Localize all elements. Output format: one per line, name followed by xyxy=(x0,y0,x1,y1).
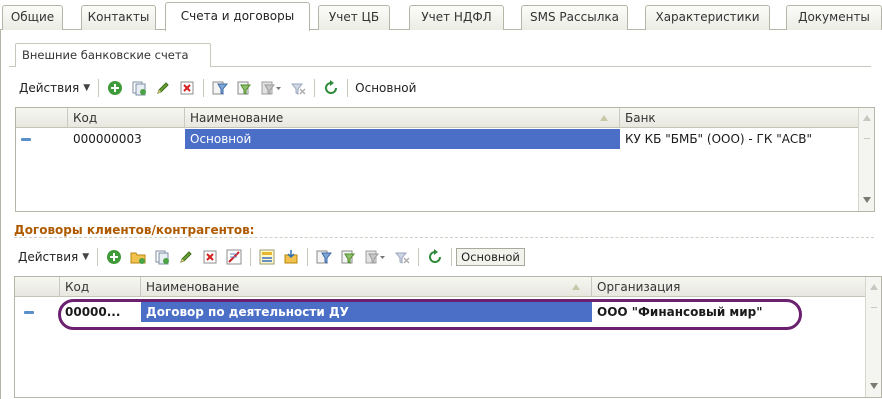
column-header-name-label: Наименование xyxy=(146,280,240,294)
subtab-label: Внешние банковские счета xyxy=(22,48,189,62)
tab-accounts-contracts-label: Счета и договоры xyxy=(180,9,295,23)
table-row[interactable]: 00000... Договор по деятельности ДУ ООО … xyxy=(15,302,881,322)
cell-name[interactable]: Договор по деятельности ДУ xyxy=(141,302,592,322)
move-to-folder-icon[interactable] xyxy=(282,248,300,266)
column-header-code[interactable]: Код xyxy=(68,108,185,128)
main-account-button[interactable]: Основной xyxy=(352,81,419,95)
tab-general[interactable]: Общие xyxy=(2,5,63,30)
section-divider xyxy=(14,237,874,238)
toolbar-separator xyxy=(307,248,309,266)
filter-icon[interactable] xyxy=(315,248,333,266)
add-folder-icon[interactable] xyxy=(129,248,147,266)
scroll-down-icon[interactable] xyxy=(863,197,871,203)
table-header: Код Наименование Банк xyxy=(16,108,874,128)
row-marker-header xyxy=(15,277,60,297)
toolbar-separator xyxy=(314,79,316,97)
copy-icon[interactable] xyxy=(130,79,148,97)
column-header-code[interactable]: Код xyxy=(60,277,141,297)
tab-characteristics-label: Характеристики xyxy=(655,10,760,24)
scroll-up-icon[interactable] xyxy=(863,115,871,121)
toolbar-separator xyxy=(250,248,252,266)
tab-sms[interactable]: SMS Рассылка xyxy=(521,5,628,30)
toolbar-separator xyxy=(347,79,349,97)
clear-filter-icon[interactable] xyxy=(393,248,411,266)
scroll-up-icon[interactable] xyxy=(870,284,878,290)
toolbar-separator xyxy=(98,79,100,97)
contracts-toolbar: Действия ▼ Основной xyxy=(14,246,525,268)
tab-contacts-label: Контакты xyxy=(87,10,150,24)
chevron-down-icon: ▼ xyxy=(82,252,90,262)
cell-name[interactable]: Основной xyxy=(185,129,620,149)
refresh-icon[interactable] xyxy=(322,79,340,97)
main-contract-button[interactable]: Основной xyxy=(456,248,525,266)
edit-icon[interactable] xyxy=(154,79,172,97)
copy-icon[interactable] xyxy=(153,248,171,266)
scroll-track xyxy=(871,305,877,308)
contracts-actions-menu-button[interactable]: Действия ▼ xyxy=(14,247,93,267)
refresh-icon[interactable] xyxy=(426,248,444,266)
mark-delete-icon[interactable] xyxy=(225,248,243,266)
main-tab-strip: Общие Контакты Счета и договоры Учет ЦБ … xyxy=(0,0,882,31)
bank-accounts-toolbar: Действия ▼ Основной xyxy=(15,77,419,99)
bank-accounts-table: Код Наименование Банк 000000003 Основной… xyxy=(15,107,875,212)
sort-ascending-icon xyxy=(572,284,580,290)
tab-securities[interactable]: Учет ЦБ xyxy=(318,5,390,30)
contracts-table: Код Наименование Организация 00000... До… xyxy=(14,276,882,398)
row-item-icon xyxy=(21,138,31,141)
add-icon[interactable] xyxy=(106,79,124,97)
contracts-section-title: Договоры клиентов/контрагентов: xyxy=(14,223,255,237)
tab-accounts-contracts[interactable]: Счета и договоры xyxy=(165,2,310,31)
row-item-icon xyxy=(24,311,34,314)
chevron-down-icon: ▼ xyxy=(83,83,91,93)
tab-general-label: Общие xyxy=(10,10,55,24)
tab-ndfl[interactable]: Учет НДФЛ xyxy=(409,5,504,30)
tab-documents-label: Документы xyxy=(798,10,870,24)
contracts-actions-menu-label: Действия xyxy=(18,250,79,264)
toolbar-separator xyxy=(97,248,99,266)
edit-icon[interactable] xyxy=(177,248,195,266)
actions-menu-label: Действия xyxy=(19,81,80,95)
sort-ascending-icon xyxy=(600,115,608,121)
table-header: Код Наименование Организация xyxy=(15,277,881,297)
actions-menu-button[interactable]: Действия ▼ xyxy=(15,78,94,98)
scroll-down-icon[interactable] xyxy=(870,383,878,389)
scroll-track xyxy=(864,136,870,139)
column-header-organization[interactable]: Организация xyxy=(592,277,867,297)
tab-ndfl-label: Учет НДФЛ xyxy=(421,10,492,24)
delete-icon[interactable] xyxy=(178,79,196,97)
clear-filter-icon[interactable] xyxy=(289,79,307,97)
filter-list-icon[interactable] xyxy=(339,248,357,266)
cell-code[interactable]: 00000... xyxy=(60,302,141,322)
tab-sms-label: SMS Рассылка xyxy=(530,10,619,24)
column-header-bank[interactable]: Банк xyxy=(620,108,860,128)
filter-icon[interactable] xyxy=(211,79,229,97)
column-header-name[interactable]: Наименование xyxy=(185,108,620,128)
tab-contacts[interactable]: Контакты xyxy=(81,5,156,30)
filter-history-icon[interactable] xyxy=(259,79,283,97)
cell-organization[interactable]: ООО "Финансовый мир" xyxy=(592,302,792,322)
column-header-name[interactable]: Наименование xyxy=(141,277,592,297)
filter-list-icon[interactable] xyxy=(235,79,253,97)
delete-icon[interactable] xyxy=(201,248,219,266)
table-row[interactable]: 000000003 Основной КУ КБ "БМБ" (ООО) - Г… xyxy=(16,129,874,149)
row-marker-header xyxy=(16,108,68,128)
filter-history-icon[interactable] xyxy=(363,248,387,266)
vertical-scrollbar[interactable] xyxy=(865,277,881,397)
toolbar-separator xyxy=(203,79,205,97)
vertical-scrollbar[interactable] xyxy=(858,108,874,211)
cell-bank[interactable]: КУ КБ "БМБ" (ООО) - ГК "АСВ" xyxy=(620,129,860,149)
cell-code[interactable]: 000000003 xyxy=(68,129,185,149)
toolbar-separator xyxy=(418,248,420,266)
tab-documents[interactable]: Документы xyxy=(786,5,882,30)
hierarchy-icon[interactable] xyxy=(258,248,276,266)
add-icon[interactable] xyxy=(105,248,123,266)
tab-characteristics[interactable]: Характеристики xyxy=(645,5,770,30)
toolbar-separator xyxy=(451,248,453,266)
column-header-name-label: Наименование xyxy=(190,111,284,125)
subtab-external-bank-accounts[interactable]: Внешние банковские счета xyxy=(15,43,211,67)
tab-securities-label: Учет ЦБ xyxy=(328,10,380,24)
